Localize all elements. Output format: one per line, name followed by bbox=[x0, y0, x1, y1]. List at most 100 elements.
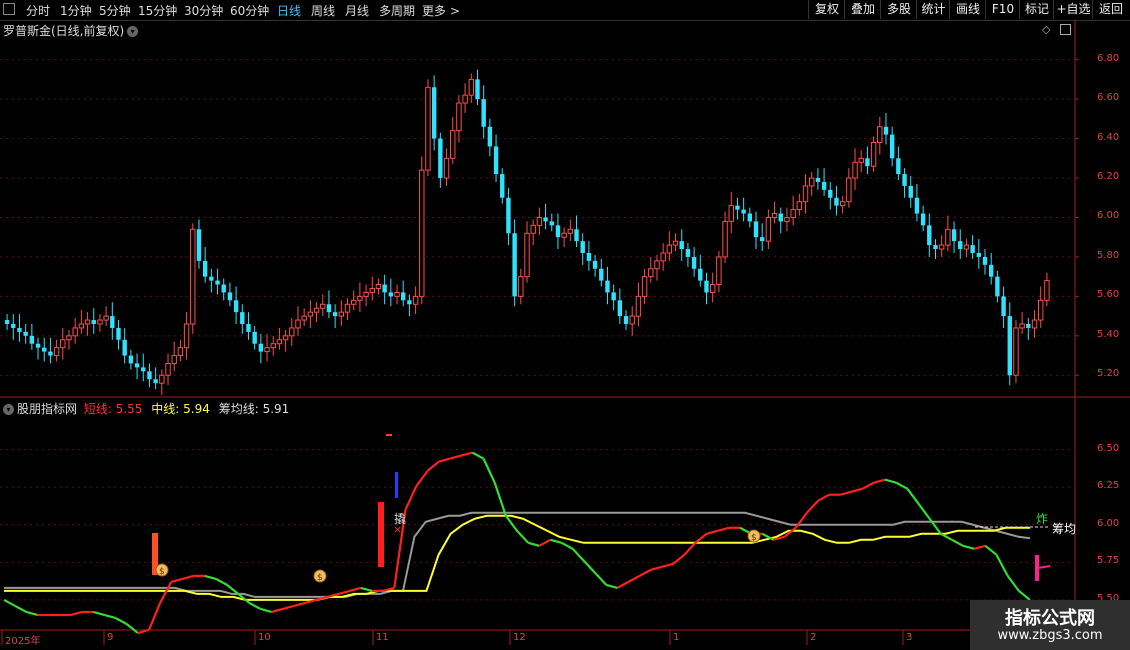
candle-body-down bbox=[902, 174, 907, 186]
candle-body-down bbox=[4, 320, 10, 324]
signal-dash bbox=[386, 434, 392, 436]
candle-body-down bbox=[147, 371, 152, 380]
candle-body-down bbox=[920, 213, 926, 226]
x-axis-label: 11 bbox=[376, 632, 389, 643]
short-line-segment bbox=[840, 490, 852, 496]
candle-body-down bbox=[438, 138, 443, 179]
short-line-segment bbox=[571, 548, 585, 562]
candle-body-down bbox=[735, 205, 740, 210]
candle-body-up bbox=[78, 323, 85, 329]
candle-body-up bbox=[1044, 280, 1050, 301]
candle-body-up bbox=[1019, 323, 1025, 329]
y-tick-label: 5.40 bbox=[1097, 328, 1120, 340]
short-line-segment bbox=[661, 562, 674, 568]
candle-body-down bbox=[908, 185, 913, 198]
candle-body-up bbox=[394, 291, 400, 297]
candle-body-up bbox=[295, 319, 301, 329]
candle-body-down bbox=[512, 233, 517, 297]
short-line-segment bbox=[561, 541, 574, 550]
candle-body-down bbox=[227, 292, 233, 301]
short-line-segment bbox=[527, 541, 540, 547]
candle-body-up bbox=[301, 315, 307, 321]
candle-body-down bbox=[1026, 323, 1031, 328]
candle-body-up bbox=[313, 307, 320, 313]
candle-body-down bbox=[821, 181, 827, 190]
candle-body-down bbox=[951, 229, 957, 242]
short-line-segment bbox=[248, 601, 262, 610]
cost-average-text: 筹均 bbox=[1052, 522, 1077, 536]
money-bag-icon: $ bbox=[751, 533, 757, 543]
candle-body-up bbox=[344, 303, 351, 313]
candle-body-up bbox=[66, 335, 72, 341]
x-axis-label: 3 bbox=[906, 632, 913, 643]
candle-body-up bbox=[84, 319, 91, 325]
candle-body-down bbox=[549, 221, 554, 226]
candle-body-up bbox=[270, 343, 276, 349]
candle-body-up bbox=[846, 177, 852, 203]
candle-body-down bbox=[704, 280, 709, 293]
x-axis-label: 2025年 bbox=[5, 636, 41, 647]
candle-body-down bbox=[586, 252, 592, 261]
candle-body-down bbox=[493, 146, 499, 175]
short-line-segment bbox=[817, 493, 830, 502]
candle-body-down bbox=[574, 229, 579, 242]
candle-body-up bbox=[765, 216, 772, 242]
short-line-segment bbox=[70, 610, 83, 617]
candle-body-up bbox=[536, 216, 543, 226]
short-line-segment bbox=[962, 544, 975, 550]
x-axis-label: 1 bbox=[673, 632, 680, 643]
candle-body-up bbox=[839, 201, 846, 207]
candle-body-down bbox=[543, 217, 548, 222]
short-line-segment bbox=[14, 604, 27, 613]
candle-body-down bbox=[122, 339, 127, 356]
candle-body-up bbox=[190, 228, 196, 325]
candle-body-up bbox=[858, 157, 864, 163]
candle-body-up bbox=[412, 295, 419, 305]
candle-body-down bbox=[196, 229, 202, 261]
candle-body-up bbox=[629, 315, 635, 325]
short-line-segment bbox=[973, 544, 986, 550]
candle-body-up bbox=[530, 224, 536, 234]
candle-body-up bbox=[468, 78, 474, 96]
short-line-segment bbox=[550, 538, 562, 544]
x-axis-label: 9 bbox=[107, 632, 114, 643]
candle-body-down bbox=[48, 351, 53, 356]
short-line-segment bbox=[639, 568, 652, 577]
candle-body-up bbox=[425, 86, 431, 171]
candle-body-down bbox=[1007, 316, 1012, 376]
candle-body-down bbox=[209, 276, 214, 281]
short-line-segment bbox=[516, 530, 529, 544]
candle-body-up bbox=[771, 213, 778, 218]
candle-body-down bbox=[592, 260, 598, 269]
candle-body-down bbox=[401, 292, 406, 301]
short-line-segment bbox=[995, 554, 1009, 577]
candle-body-down bbox=[747, 213, 753, 222]
candle-body-up bbox=[870, 142, 877, 167]
candle-body-up bbox=[103, 315, 109, 321]
candle-body-up bbox=[159, 374, 165, 384]
candle-body-up bbox=[53, 347, 60, 357]
short-line-segment bbox=[271, 607, 284, 614]
indicator-y-tick-label: 6.50 bbox=[1097, 442, 1120, 454]
short-line-segment bbox=[170, 577, 183, 583]
short-line-segment bbox=[282, 604, 295, 611]
short-line-segment bbox=[940, 532, 953, 541]
y-tick-label: 5.60 bbox=[1097, 289, 1120, 301]
candle-body-down bbox=[555, 225, 561, 238]
short-line-segment bbox=[92, 610, 105, 617]
chart-canvas[interactable]: $$$× bbox=[0, 0, 1130, 650]
candle-body-down bbox=[970, 245, 975, 253]
candle-body-down bbox=[29, 335, 35, 344]
candle-body-up bbox=[462, 94, 468, 104]
candle-body-down bbox=[685, 249, 691, 257]
candle-body-up bbox=[790, 209, 796, 218]
y-tick-label: 6.20 bbox=[1097, 171, 1120, 183]
candle-body-up bbox=[518, 276, 524, 297]
candle-body-down bbox=[605, 280, 610, 293]
short-line-segment bbox=[504, 515, 518, 532]
candle-body-up bbox=[709, 284, 716, 293]
candle-body-up bbox=[722, 220, 728, 258]
candle-body-up bbox=[648, 268, 654, 278]
candle-body-down bbox=[407, 300, 412, 305]
candle-body-up bbox=[375, 284, 382, 289]
